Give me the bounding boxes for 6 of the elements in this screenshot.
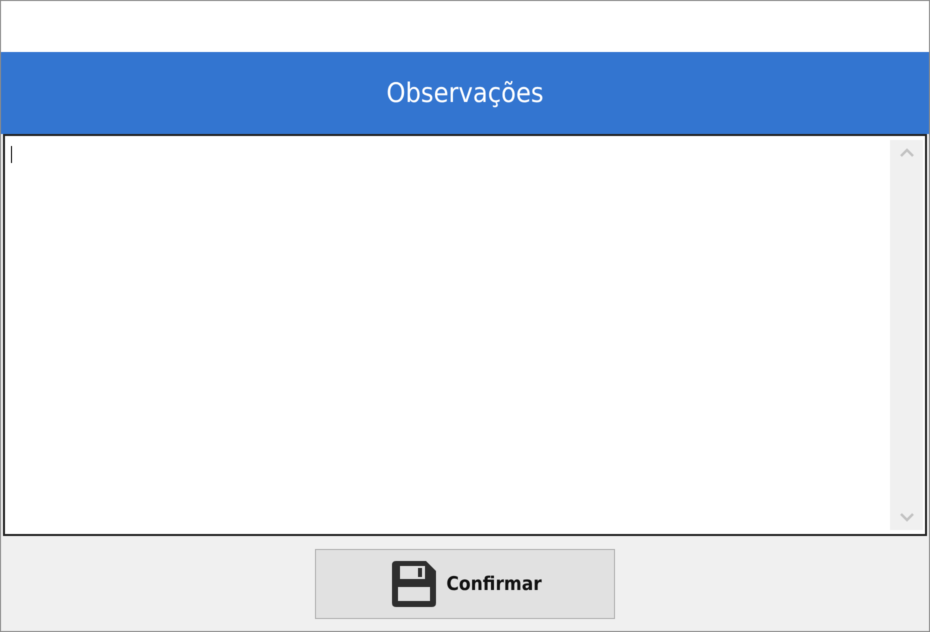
dialog-title: Observações	[386, 78, 544, 108]
notes-field[interactable]	[3, 134, 927, 536]
scrollbar[interactable]	[890, 140, 923, 530]
scroll-down-icon[interactable]	[898, 512, 914, 522]
scroll-up-icon[interactable]	[898, 148, 914, 158]
confirm-button[interactable]: Confirmar	[315, 549, 615, 619]
